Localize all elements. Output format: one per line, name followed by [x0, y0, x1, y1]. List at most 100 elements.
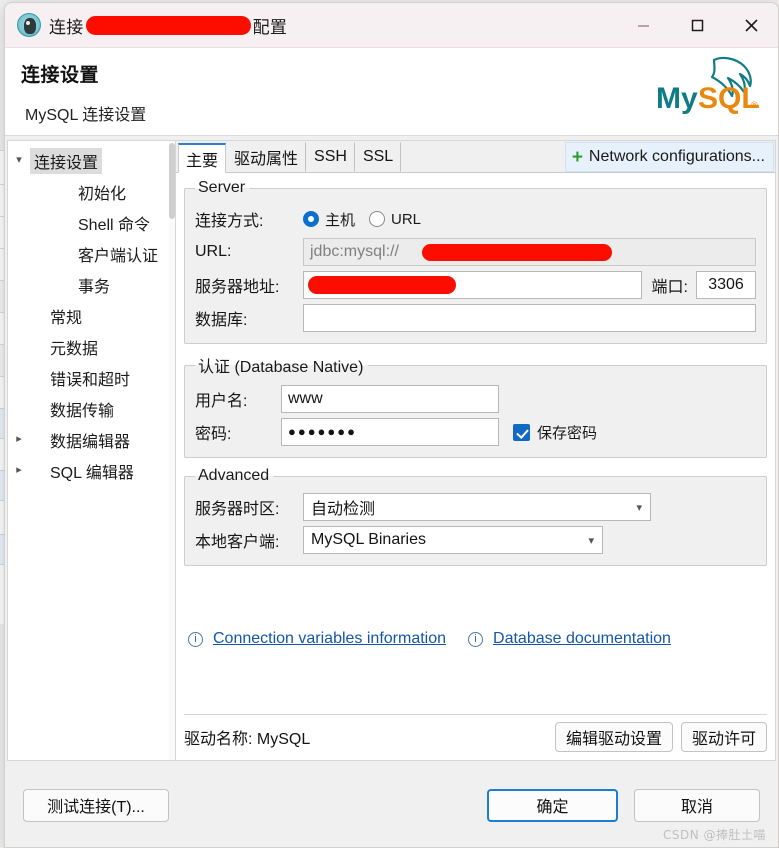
advanced-group: Advanced 服务器时区: 自动检测 ▾ 本地客户端: MySQL Bina…	[184, 467, 767, 566]
server-timezone-row: 服务器时区: 自动检测 ▾	[195, 492, 756, 522]
sidebar-item-label: 初始化	[78, 185, 127, 203]
mysql-logo: My SQL ®	[656, 56, 760, 115]
url-row: URL: jdbc:mysql:// /	[195, 237, 756, 267]
window-title-suffix: 配置	[252, 17, 288, 37]
password-input[interactable]: ●●●●●●●	[281, 418, 499, 446]
chevron-down-icon[interactable]: ▾	[8, 155, 30, 166]
info-icon: i	[468, 631, 484, 647]
sidebar-item-label: 元数据	[50, 340, 99, 358]
ok-button[interactable]: 确定	[487, 788, 618, 822]
port-input[interactable]: 3306	[696, 271, 756, 299]
authentication-group-legend: 认证 (Database Native)	[198, 359, 364, 376]
chevron-down-icon[interactable]: ▾	[636, 501, 642, 514]
save-password-check-indicator[interactable]	[513, 423, 530, 441]
sidebar-item-label: 事务	[78, 278, 111, 296]
sidebar-item-label: 连接设置	[30, 147, 103, 174]
driver-row: 驱动名称: MySQL 编辑驱动设置 驱动许可	[184, 714, 767, 754]
help-links: i Connection variables information i Dat…	[184, 630, 767, 648]
tab-driver-properties[interactable]: 驱动属性	[226, 142, 307, 172]
username-input[interactable]: www	[281, 385, 499, 413]
redacted-url-host	[422, 244, 612, 261]
server-group: Server 连接方式: 主机 URL URL: jdbc:mysql:// 服…	[184, 179, 767, 344]
svg-text:®: ®	[751, 100, 758, 110]
connection-variables-information-link[interactable]: Connection variables information	[213, 630, 446, 648]
database-input[interactable]	[303, 304, 756, 332]
password-row: 密码: ●●●●●●● 保存密码	[195, 417, 756, 447]
url-label: URL:	[195, 243, 232, 260]
local-client-select[interactable]: MySQL Binaries ▾	[303, 526, 603, 554]
server-group-legend: Server	[198, 179, 246, 196]
radio-host-label: 主机	[325, 211, 356, 229]
dialog-header: 连接设置 MySQL 连接设置 My SQL ®	[5, 48, 778, 136]
sidebar-item-shell-commands[interactable]: Shell 命令	[8, 207, 175, 238]
sidebar-item-data-editor[interactable]: ▸ 数据编辑器	[8, 424, 175, 455]
chevron-down-icon[interactable]: ▾	[588, 534, 594, 547]
server-timezone-label: 服务器时区:	[195, 501, 280, 518]
local-client-label: 本地客户端:	[195, 534, 280, 551]
sidebar-item-sql-editor[interactable]: ▸ SQL 编辑器	[8, 455, 175, 486]
radio-host[interactable]: 主机	[303, 209, 355, 230]
url-input: jdbc:mysql:// /	[303, 238, 756, 266]
info-icon: i	[188, 631, 203, 647]
settings-tree[interactable]: ▾ 连接设置 初始化 Shell 命令 客户端认证 事务 常规 元数据 错误和超…	[7, 140, 175, 761]
svg-text:SQL: SQL	[698, 82, 760, 115]
database-row: 数据库:	[195, 303, 756, 333]
sidebar-item-label: SQL 编辑器	[50, 464, 134, 482]
database-documentation-link[interactable]: Database documentation	[493, 630, 671, 648]
sidebar-item-metadata[interactable]: 元数据	[8, 331, 175, 362]
server-timezone-value: 自动检测	[311, 501, 376, 518]
window-controls	[616, 3, 778, 48]
driver-license-button[interactable]: 驱动许可	[680, 722, 767, 752]
tab-ssh[interactable]: SSH	[306, 142, 355, 172]
sidebar-item-transactions[interactable]: 事务	[8, 269, 175, 300]
sidebar-item-label: 错误和超时	[50, 371, 131, 389]
plus-icon: +	[571, 146, 583, 168]
radio-url[interactable]: URL	[369, 211, 421, 228]
sidebar-item-label: 常规	[50, 309, 83, 327]
driver-name-label: 驱动名称: MySQL	[184, 731, 311, 748]
minimize-icon[interactable]	[616, 3, 670, 48]
port-label: 端口:	[651, 279, 688, 296]
advanced-group-legend: Advanced	[198, 467, 270, 484]
radio-host-indicator[interactable]	[303, 211, 319, 227]
edit-driver-settings-button[interactable]: 编辑驱动设置	[554, 722, 673, 752]
tab-bar: 主要 驱动属性 SSH SSL + Network configurations…	[176, 141, 775, 173]
redacted-connection-name	[85, 15, 251, 35]
chevron-right-icon[interactable]: ▸	[8, 434, 30, 445]
network-configurations-label: Network configurations...	[588, 148, 765, 165]
cancel-button[interactable]: 取消	[634, 788, 760, 822]
window-title: 连接 配置	[49, 13, 287, 38]
sidebar-item-data-transfer[interactable]: 数据传输	[8, 393, 175, 424]
sidebar-item-general[interactable]: 常规	[8, 300, 175, 331]
dialog-footer: 测试连接(T)... 确定 取消	[5, 763, 778, 847]
tab-main[interactable]: 主要	[178, 143, 227, 173]
server-timezone-select[interactable]: 自动检测 ▾	[303, 493, 651, 521]
redacted-host	[308, 276, 456, 294]
test-connection-button[interactable]: 测试连接(T)...	[23, 788, 169, 822]
save-password-checkbox[interactable]: 保存密码	[513, 422, 597, 443]
main-tab-content: Server 连接方式: 主机 URL URL: jdbc:mysql:// 服…	[176, 173, 775, 760]
password-label: 密码:	[195, 426, 232, 443]
sidebar-item-client-auth[interactable]: 客户端认证	[8, 238, 175, 269]
dbeaver-beaver-icon	[17, 13, 41, 37]
authentication-group: 认证 (Database Native) 用户名: www 密码: ●●●●●●…	[184, 353, 767, 458]
sidebar-item-errors-timeouts[interactable]: 错误和超时	[8, 362, 175, 393]
database-label: 数据库:	[195, 312, 248, 329]
network-configurations-button[interactable]: + Network configurations...	[564, 142, 774, 172]
window-title-prefix: 连接	[49, 17, 84, 37]
tab-ssl[interactable]: SSL	[354, 142, 402, 172]
close-icon[interactable]	[724, 3, 778, 48]
chevron-right-icon[interactable]: ▸	[8, 465, 30, 476]
save-password-label: 保存密码	[537, 424, 598, 442]
local-client-row: 本地客户端: MySQL Binaries ▾	[195, 525, 756, 555]
svg-text:My: My	[656, 82, 698, 115]
sidebar-item-label: 客户端认证	[78, 247, 159, 265]
radio-url-indicator[interactable]	[369, 211, 386, 227]
host-label: 服务器地址:	[195, 279, 280, 296]
sidebar-item-initialization[interactable]: 初始化	[8, 176, 175, 207]
maximize-icon[interactable]	[670, 3, 724, 48]
sidebar-item-connection-settings[interactable]: ▾ 连接设置	[8, 145, 175, 176]
host-input[interactable]	[303, 271, 642, 299]
settings-pane: 主要 驱动属性 SSH SSL + Network configurations…	[175, 140, 776, 761]
connection-settings-dialog: 连接 配置 连接设置 MySQL 连接设置 My SQL ® ▾ 连接设置 初始…	[4, 2, 779, 848]
